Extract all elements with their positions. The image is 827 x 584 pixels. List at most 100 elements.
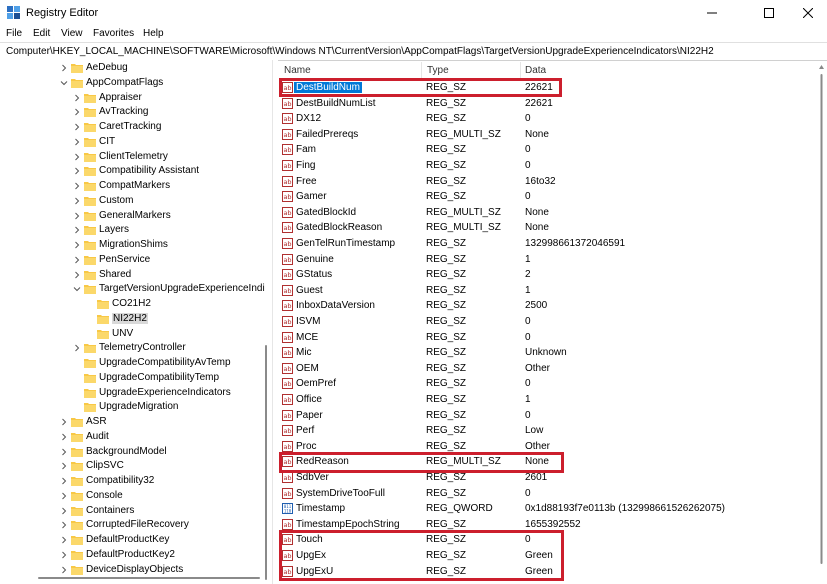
value-row[interactable]: ab Touch REG_SZ 0: [277, 532, 817, 548]
chevron-right-icon[interactable]: [73, 226, 81, 234]
chevron-right-icon[interactable]: [60, 418, 68, 426]
chevron-right-icon[interactable]: [73, 94, 81, 102]
chevron-right-icon[interactable]: [60, 551, 68, 559]
menu-edit[interactable]: Edit: [33, 28, 50, 39]
tree-node[interactable]: TelemetryController: [0, 341, 262, 356]
value-row[interactable]: ab Proc REG_SZ Other: [277, 439, 817, 455]
column-separator[interactable]: [421, 62, 422, 78]
tree-horizontal-scrollbar[interactable]: [0, 572, 272, 583]
tree-node[interactable]: Audit: [0, 430, 262, 445]
value-row[interactable]: ab GenTelRunTimestamp REG_SZ 13299866137204…: [277, 236, 817, 252]
tree-node[interactable]: UpgradeCompatibilityTemp: [0, 371, 262, 386]
minimize-button[interactable]: [689, 0, 735, 26]
tree-node[interactable]: AeDebug: [0, 61, 262, 76]
list-vertical-scrollbar[interactable]: [817, 60, 826, 584]
value-row[interactable]: ab GStatus REG_SZ 2: [277, 267, 817, 283]
value-row[interactable]: ab Gamer REG_SZ 0: [277, 189, 817, 205]
chevron-right-icon[interactable]: [60, 536, 68, 544]
value-row[interactable]: ab DestBuildNumList REG_SZ 22621: [277, 96, 817, 112]
chevron-right-icon[interactable]: [60, 64, 68, 72]
value-row[interactable]: ab InboxDataVersion REG_SZ 2500: [277, 298, 817, 314]
tree-node[interactable]: CaretTracking: [0, 120, 262, 135]
tree-vertical-scrollbar[interactable]: [262, 60, 270, 580]
value-row[interactable]: ab FailedPrereqs REG_MULTI_SZ None: [277, 127, 817, 143]
menu-help[interactable]: Help: [143, 28, 164, 39]
value-row[interactable]: ab Perf REG_SZ Low: [277, 423, 817, 439]
column-header-name[interactable]: Name: [284, 65, 311, 76]
column-header-data[interactable]: Data: [525, 65, 546, 76]
value-row[interactable]: ab RedReason REG_MULTI_SZ None: [277, 454, 817, 470]
tree-node[interactable]: PenService: [0, 253, 262, 268]
chevron-right-icon[interactable]: [73, 344, 81, 352]
tree-node[interactable]: ClientTelemetry: [0, 150, 262, 165]
tree-node[interactable]: Appraiser: [0, 91, 262, 106]
value-row[interactable]: ab Guest REG_SZ 1: [277, 283, 817, 299]
chevron-right-icon[interactable]: [73, 197, 81, 205]
value-row[interactable]: ab SdbVer REG_SZ 2601: [277, 470, 817, 486]
chevron-right-icon[interactable]: [73, 271, 81, 279]
tree-node[interactable]: UpgradeCompatibilityAvTemp: [0, 356, 262, 371]
chevron-right-icon[interactable]: [60, 448, 68, 456]
chevron-right-icon[interactable]: [73, 153, 81, 161]
address-bar[interactable]: Computer\HKEY_LOCAL_MACHINE\SOFTWARE\Mic…: [0, 42, 827, 61]
tree-node[interactable]: Compatibility Assistant: [0, 164, 262, 179]
tree-node[interactable]: MigrationShims: [0, 238, 262, 253]
value-row[interactable]: ab OemPref REG_SZ 0: [277, 376, 817, 392]
tree-node[interactable]: NI22H2: [0, 312, 262, 327]
tree-node[interactable]: UpgradeExperienceIndicators: [0, 386, 262, 401]
value-row[interactable]: ab DestBuildNum REG_SZ 22621: [277, 80, 817, 96]
tree-node[interactable]: DefaultProductKey: [0, 533, 262, 548]
tree-node[interactable]: BackgroundModel: [0, 445, 262, 460]
value-row[interactable]: ab Fam REG_SZ 0: [277, 142, 817, 158]
tree-node[interactable]: CompatMarkers: [0, 179, 262, 194]
address-path[interactable]: Computer\HKEY_LOCAL_MACHINE\SOFTWARE\Mic…: [6, 46, 714, 57]
value-row[interactable]: ab Office REG_SZ 1: [277, 392, 817, 408]
chevron-right-icon[interactable]: [73, 108, 81, 116]
value-row[interactable]: ab Fing REG_SZ 0: [277, 158, 817, 174]
menu-favorites[interactable]: Favorites: [93, 28, 134, 39]
value-row[interactable]: ab TimestampEpochString REG_SZ 1655392552: [277, 517, 817, 533]
chevron-right-icon[interactable]: [73, 241, 81, 249]
value-row[interactable]: ab GatedBlockReason REG_MULTI_SZ None: [277, 220, 817, 236]
tree-node[interactable]: GeneralMarkers: [0, 209, 262, 224]
chevron-right-icon[interactable]: [60, 462, 68, 470]
value-row[interactable]: ab DX12 REG_SZ 0: [277, 111, 817, 127]
value-row[interactable]: 011 110 Timestamp REG_QWORD 0x1d88193f7e0113…: [277, 501, 817, 517]
chevron-right-icon[interactable]: [73, 123, 81, 131]
chevron-right-icon[interactable]: [73, 256, 81, 264]
chevron-right-icon[interactable]: [60, 433, 68, 441]
value-row[interactable]: ab Mic REG_SZ Unknown: [277, 345, 817, 361]
tree-node[interactable]: Custom: [0, 194, 262, 209]
menu-file[interactable]: File: [6, 28, 22, 39]
value-row[interactable]: ab ISVM REG_SZ 0: [277, 314, 817, 330]
chevron-right-icon[interactable]: [60, 492, 68, 500]
tree-node[interactable]: AvTracking: [0, 105, 262, 120]
chevron-right-icon[interactable]: [73, 138, 81, 146]
tree-node[interactable]: CorruptedFileRecovery: [0, 518, 262, 533]
tree-node[interactable]: CIT: [0, 135, 262, 150]
value-row[interactable]: ab UpgExU REG_SZ Green: [277, 564, 817, 580]
tree-node[interactable]: UpgradeMigration: [0, 400, 262, 415]
values-list-pane[interactable]: Name Type Data ab DestBuildNum REG_SZ 22621…: [277, 60, 827, 584]
tree-node[interactable]: Console: [0, 489, 262, 504]
value-row[interactable]: ab Free REG_SZ 16to32: [277, 174, 817, 190]
chevron-right-icon[interactable]: [73, 182, 81, 190]
menu-view[interactable]: View: [61, 28, 83, 39]
value-row[interactable]: ab Paper REG_SZ 0: [277, 408, 817, 424]
tree-node[interactable]: AppCompatFlags: [0, 76, 262, 91]
column-header-type[interactable]: Type: [427, 65, 449, 76]
close-button[interactable]: [785, 0, 827, 26]
tree-node[interactable]: Containers: [0, 504, 262, 519]
tree-node[interactable]: ASR: [0, 415, 262, 430]
chevron-right-icon[interactable]: [73, 212, 81, 220]
chevron-down-icon[interactable]: [60, 79, 68, 87]
value-row[interactable]: ab MCE REG_SZ 0: [277, 330, 817, 346]
tree-node[interactable]: CO21H2: [0, 297, 262, 312]
tree-node[interactable]: Compatibility32: [0, 474, 262, 489]
tree-node[interactable]: ClipSVC: [0, 459, 262, 474]
chevron-right-icon[interactable]: [73, 167, 81, 175]
key-tree-pane[interactable]: AeDebug AppCompatFlags Appraiser AvTracking…: [0, 60, 272, 584]
value-row[interactable]: ab GatedBlockId REG_MULTI_SZ None: [277, 205, 817, 221]
chevron-right-icon[interactable]: [60, 507, 68, 515]
value-row[interactable]: ab UpgEx REG_SZ Green: [277, 548, 817, 564]
